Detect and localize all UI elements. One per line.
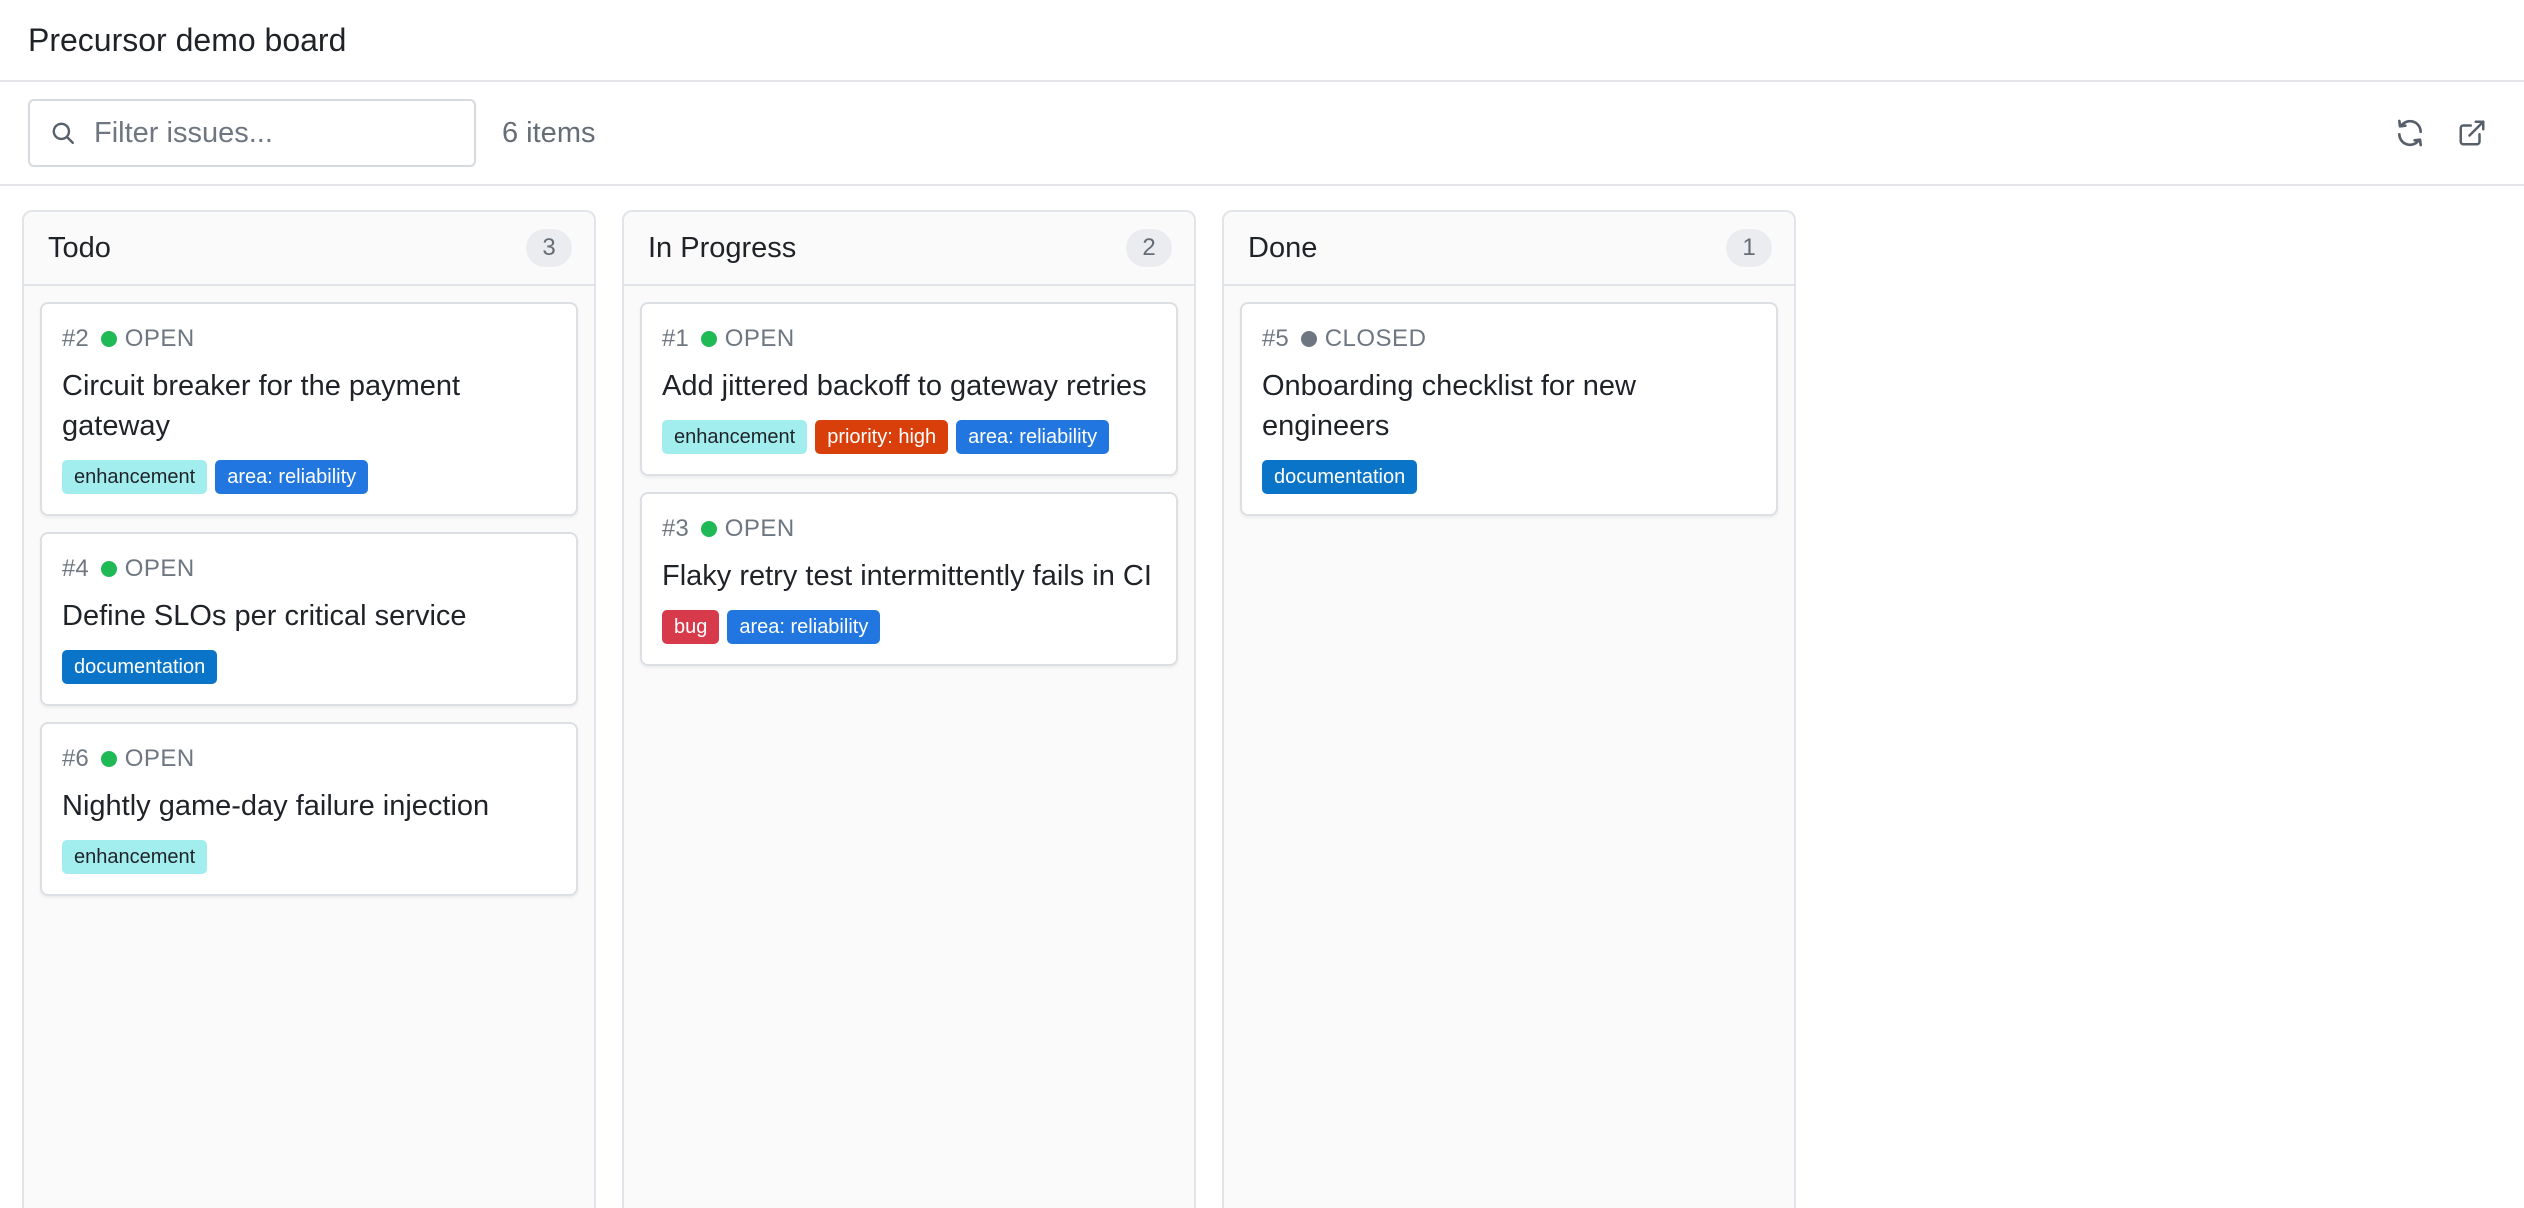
- issue-meta: #1 OPEN: [662, 324, 1156, 354]
- column-header: In Progress 2: [624, 212, 1194, 286]
- issue-label[interactable]: documentation: [62, 650, 218, 684]
- column-todo: Todo 3 #2 OPEN Circuit breaker for the p…: [22, 210, 596, 1208]
- column-in-progress: In Progress 2 #1 OPEN Add jittered backo…: [622, 210, 1196, 1208]
- toolbar: 6 items: [0, 82, 2524, 186]
- issue-title: Nightly game-day failure injection: [62, 790, 490, 822]
- label-list: enhancement priority: high area: reliabi…: [662, 420, 1156, 454]
- label-list: bug area: reliability: [662, 610, 1156, 644]
- refresh-icon: [2398, 119, 2422, 147]
- issue-state: OPEN: [124, 745, 195, 772]
- column-count-badge: 1: [1726, 229, 1772, 267]
- issue-card[interactable]: #4 OPEN Define SLOs per critical service…: [40, 532, 578, 706]
- issue-state: OPEN: [124, 555, 195, 582]
- issue-number: #5: [1262, 325, 1289, 352]
- issue-label[interactable]: enhancement: [62, 460, 208, 494]
- issue-label[interactable]: area: reliability: [956, 420, 1110, 454]
- search-box[interactable]: [28, 99, 476, 167]
- issue-title: Define SLOs per critical service: [62, 600, 467, 632]
- title-bar: Precursor demo board: [0, 0, 2524, 82]
- issue-state: OPEN: [724, 325, 795, 352]
- issue-label[interactable]: bug: [662, 610, 720, 644]
- issue-label[interactable]: area: reliability: [727, 610, 881, 644]
- issue-card[interactable]: #3 OPEN Flaky retry test intermittently …: [640, 492, 1178, 666]
- item-count: 6 items: [502, 116, 596, 149]
- status-dot-icon: [100, 331, 117, 347]
- label-list: enhancement: [62, 840, 556, 874]
- issue-number: #4: [62, 555, 89, 582]
- column-title: Done: [1248, 231, 1318, 264]
- issue-title: Circuit breaker for the payment gateway: [62, 370, 461, 442]
- status-dot-icon: [100, 561, 117, 577]
- status-dot-icon: [1300, 331, 1317, 347]
- card-list: #2 OPEN Circuit breaker for the payment …: [24, 286, 594, 912]
- external-link-icon: [2459, 120, 2485, 146]
- search-icon: [52, 122, 74, 144]
- issue-card[interactable]: #1 OPEN Add jittered backoff to gateway …: [640, 302, 1178, 476]
- column-count-badge: 3: [526, 229, 572, 267]
- card-list: #5 CLOSED Onboarding checklist for new e…: [1224, 286, 1794, 532]
- issue-label[interactable]: documentation: [1262, 460, 1418, 494]
- status-dot-icon: [700, 521, 717, 537]
- column-done: Done 1 #5 CLOSED Onboarding checklist fo…: [1222, 210, 1796, 1208]
- column-count-badge: 2: [1126, 229, 1172, 267]
- status-dot-icon: [700, 331, 717, 347]
- card-list: #1 OPEN Add jittered backoff to gateway …: [624, 286, 1194, 682]
- issue-title: Onboarding checklist for new engineers: [1262, 370, 1636, 442]
- issue-card[interactable]: #5 CLOSED Onboarding checklist for new e…: [1240, 302, 1778, 516]
- search-input[interactable]: [94, 116, 434, 150]
- issue-title: Add jittered backoff to gateway retries: [662, 370, 1147, 402]
- column-header: Todo 3: [24, 212, 594, 286]
- app-title: Precursor demo board: [28, 21, 347, 58]
- column-title: Todo: [48, 231, 111, 264]
- issue-meta: #5 CLOSED: [1262, 324, 1756, 354]
- issue-card[interactable]: #2 OPEN Circuit breaker for the payment …: [40, 302, 578, 516]
- issue-meta: #4 OPEN: [62, 554, 556, 584]
- label-list: documentation: [1262, 460, 1756, 494]
- issue-number: #6: [62, 745, 89, 772]
- refresh-button[interactable]: [2386, 109, 2434, 157]
- issue-label[interactable]: area: reliability: [215, 460, 369, 494]
- issue-number: #2: [62, 325, 89, 352]
- label-list: documentation: [62, 650, 556, 684]
- open-external-button[interactable]: [2448, 109, 2496, 157]
- issue-state: OPEN: [124, 325, 195, 352]
- issue-meta: #6 OPEN: [62, 744, 556, 774]
- issue-label[interactable]: enhancement: [662, 420, 808, 454]
- issue-state: OPEN: [724, 515, 795, 542]
- issue-state: CLOSED: [1324, 325, 1427, 352]
- issue-label[interactable]: enhancement: [62, 840, 208, 874]
- status-dot-icon: [100, 751, 117, 767]
- issue-title: Flaky retry test intermittently fails in…: [662, 560, 1152, 592]
- issue-number: #3: [662, 515, 689, 542]
- kanban-board: Todo 3 #2 OPEN Circuit breaker for the p…: [0, 186, 2524, 1208]
- issue-card[interactable]: #6 OPEN Nightly game-day failure injecti…: [40, 722, 578, 896]
- column-title: In Progress: [648, 231, 797, 264]
- label-list: enhancement area: reliability: [62, 460, 556, 494]
- issue-number: #1: [662, 325, 689, 352]
- issue-meta: #2 OPEN: [62, 324, 556, 354]
- column-header: Done 1: [1224, 212, 1794, 286]
- issue-label[interactable]: priority: high: [815, 420, 949, 454]
- issue-meta: #3 OPEN: [662, 514, 1156, 544]
